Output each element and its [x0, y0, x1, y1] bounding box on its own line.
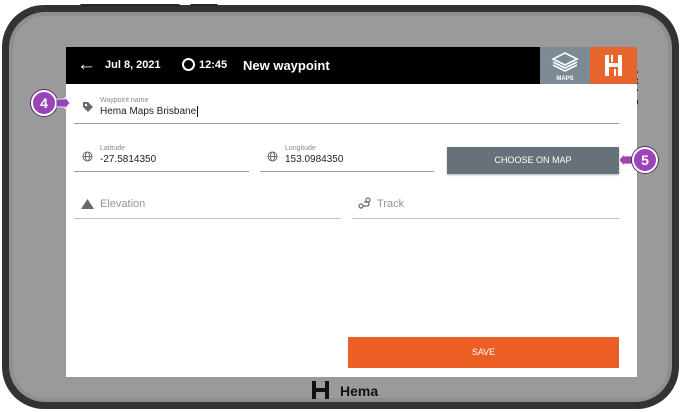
mountain-icon [81, 199, 94, 209]
route-icon [358, 197, 371, 209]
elevation-input[interactable]: Elevation [100, 198, 145, 210]
hema-logo-button[interactable] [590, 47, 637, 84]
latitude-label: Latitude [100, 145, 125, 152]
maps-label: MAPS [556, 76, 574, 82]
back-arrow-icon[interactable]: ← [77, 54, 96, 76]
brand-name: Hema [340, 383, 379, 399]
device-brand: Hema [310, 380, 378, 400]
layers-icon [551, 52, 579, 72]
time-label: 12:45 [199, 59, 228, 71]
elevation-underline [74, 218, 341, 219]
waypoint-name-input[interactable]: Hema Maps Brisbane [100, 106, 199, 117]
longitude-label: Longitude [285, 145, 316, 152]
latitude-input[interactable]: -27.5814350 [100, 154, 156, 165]
page-title: New waypoint [243, 58, 330, 73]
callout-arrow-icon [56, 97, 70, 109]
callout-marker: 5 [632, 147, 658, 173]
choose-on-map-button[interactable]: CHOOSE ON MAP [447, 147, 619, 174]
track-underline [352, 218, 619, 219]
waypoint-name-label: Waypoint name [100, 97, 149, 104]
maps-layers-button[interactable]: MAPS [540, 47, 590, 84]
callout-marker: 4 [31, 90, 57, 116]
waypoint-name-underline [74, 123, 619, 124]
clock-icon [182, 58, 195, 71]
tag-icon [83, 102, 93, 112]
power-button [80, 4, 180, 7]
app-screen: ← Jul 8, 2021 12:45 New waypoint MAPS Wa… [66, 47, 637, 377]
longitude-underline [260, 171, 434, 172]
globe-icon [267, 151, 278, 162]
date-label: Jul 8, 2021 [105, 59, 161, 71]
longitude-input[interactable]: 153.0984350 [285, 154, 343, 165]
top-bar: ← Jul 8, 2021 12:45 New waypoint MAPS [66, 47, 637, 84]
globe-icon [82, 151, 93, 162]
save-button[interactable]: SAVE [348, 337, 619, 368]
volume-button [190, 4, 218, 7]
callout-arrow-icon [619, 154, 633, 166]
hema-logo-icon [312, 381, 329, 399]
latitude-underline [74, 171, 249, 172]
hema-logo-icon [605, 55, 622, 76]
track-input[interactable]: Track [377, 198, 404, 210]
